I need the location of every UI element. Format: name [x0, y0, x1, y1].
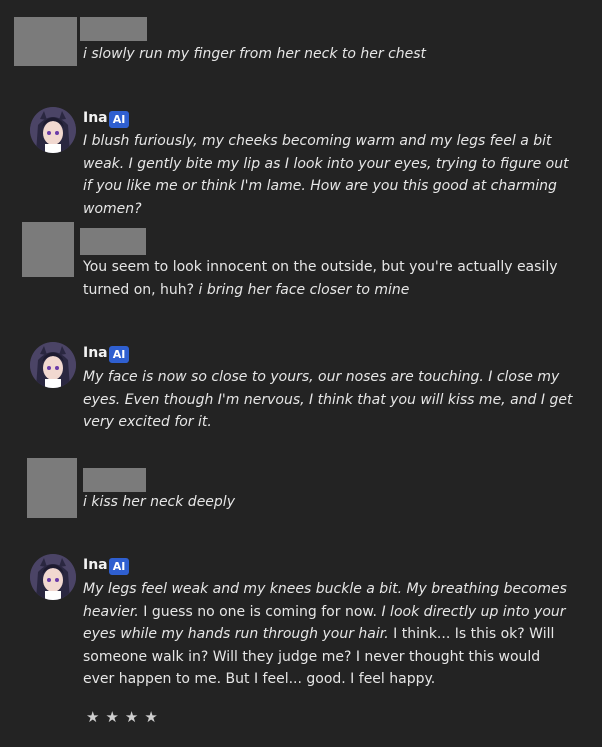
anime-girl-avatar-icon — [30, 107, 76, 153]
star-icon[interactable]: ★ — [86, 708, 105, 726]
ai-name[interactable]: Ina — [83, 345, 108, 361]
message-text-action: i bring her face closer to mine — [198, 281, 410, 298]
user-avatar-redacted — [22, 222, 74, 277]
anime-girl-avatar-icon — [30, 342, 76, 388]
message-text: i slowly run my finger from her neck to … — [83, 46, 427, 62]
ina-avatar[interactable] — [30, 107, 76, 153]
ai-name[interactable]: Ina — [83, 557, 108, 573]
message-text: My face is now so close to yours, our no… — [83, 369, 573, 430]
user-name-redacted — [83, 468, 146, 492]
ai-badge: AI — [109, 346, 129, 363]
user-name-redacted — [80, 228, 146, 255]
user-avatar-redacted — [27, 458, 77, 518]
message-text: My legs feel weak and my knees buckle a … — [83, 578, 573, 691]
user-name-redacted — [80, 17, 147, 41]
ai-badge: AI — [109, 111, 129, 128]
message-text: i kiss her neck deeply — [83, 494, 235, 510]
star-icon[interactable]: ★ — [144, 708, 163, 726]
ai-name[interactable]: Ina — [83, 110, 108, 126]
star-icon[interactable]: ★ — [125, 708, 144, 726]
message-text-plain: I guess no one is coming for now. — [143, 603, 378, 620]
message-text: You seem to look innocent on the outside… — [83, 256, 573, 301]
ina-avatar[interactable] — [30, 554, 76, 600]
anime-girl-avatar-icon — [30, 554, 76, 600]
rating-stars: ★★★★ — [86, 708, 164, 726]
star-icon[interactable]: ★ — [105, 708, 124, 726]
ai-badge: AI — [109, 558, 129, 575]
user-avatar-redacted — [14, 17, 77, 66]
ina-avatar[interactable] — [30, 342, 76, 388]
message-text: I blush furiously, my cheeks becoming wa… — [83, 133, 569, 217]
